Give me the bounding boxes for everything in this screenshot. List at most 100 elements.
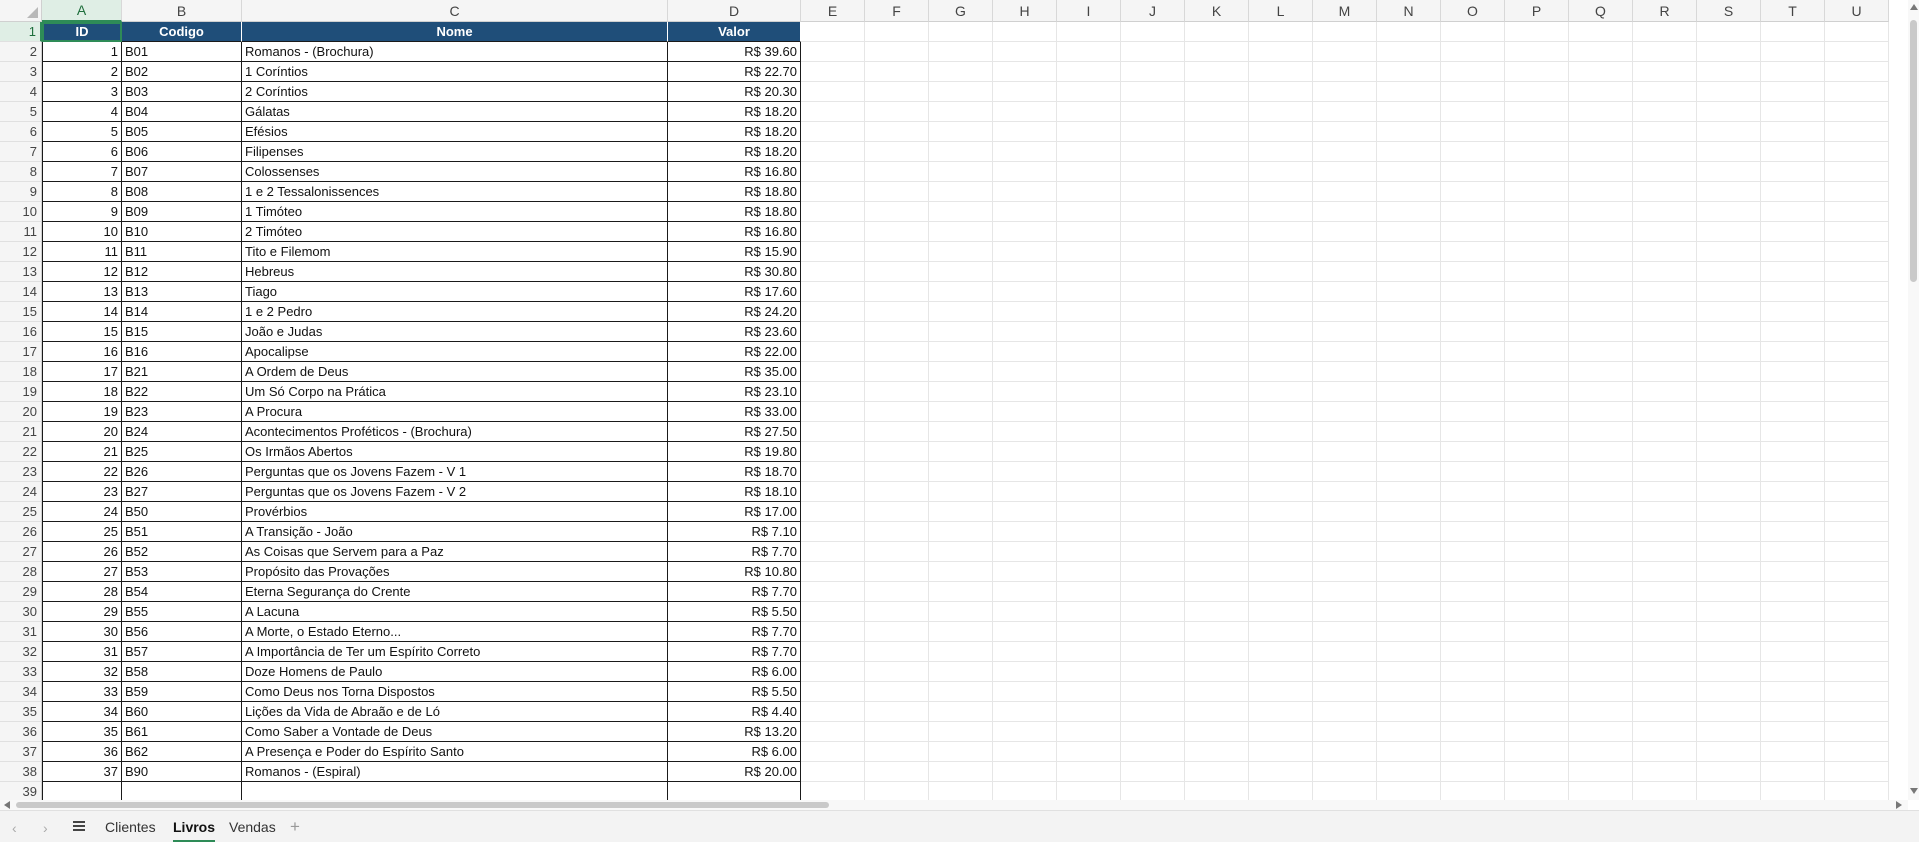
valor-cell[interactable]: R$ 20.30 xyxy=(668,82,801,102)
id-cell[interactable]: 32 xyxy=(42,662,122,682)
codigo-cell[interactable]: B54 xyxy=(122,582,242,602)
chevron-left-icon[interactable]: ‹ xyxy=(12,820,17,836)
codigo-cell[interactable]: B61 xyxy=(122,722,242,742)
id-cell[interactable]: 3 xyxy=(42,82,122,102)
codigo-cell[interactable]: B53 xyxy=(122,562,242,582)
row-header-5[interactable]: 5 xyxy=(0,102,42,122)
table-cell[interactable] xyxy=(668,782,801,800)
row-header-18[interactable]: 18 xyxy=(0,362,42,382)
row-header-28[interactable]: 28 xyxy=(0,562,42,582)
column-header-f[interactable]: F xyxy=(865,0,929,22)
nome-cell[interactable]: Acontecimentos Proféticos - (Brochura) xyxy=(242,422,668,442)
id-cell[interactable]: 13 xyxy=(42,282,122,302)
nome-cell[interactable]: João e Judas xyxy=(242,322,668,342)
nome-cell[interactable]: A Ordem de Deus xyxy=(242,362,668,382)
row-header-9[interactable]: 9 xyxy=(0,182,42,202)
id-cell[interactable]: 21 xyxy=(42,442,122,462)
horizontal-scroll-thumb[interactable] xyxy=(16,802,829,808)
valor-cell[interactable]: R$ 24.20 xyxy=(668,302,801,322)
codigo-cell[interactable]: B16 xyxy=(122,342,242,362)
valor-cell[interactable]: R$ 20.00 xyxy=(668,762,801,782)
nome-cell[interactable]: As Coisas que Servem para a Paz xyxy=(242,542,668,562)
row-header-15[interactable]: 15 xyxy=(0,302,42,322)
id-cell[interactable]: 35 xyxy=(42,722,122,742)
codigo-cell[interactable]: B06 xyxy=(122,142,242,162)
codigo-cell[interactable]: B11 xyxy=(122,242,242,262)
row-header-24[interactable]: 24 xyxy=(0,482,42,502)
valor-cell[interactable]: R$ 6.00 xyxy=(668,662,801,682)
nome-cell[interactable]: 1 e 2 Pedro xyxy=(242,302,668,322)
codigo-cell[interactable]: B02 xyxy=(122,62,242,82)
row-header-31[interactable]: 31 xyxy=(0,622,42,642)
nome-cell[interactable]: Perguntas que os Jovens Fazem - V 2 xyxy=(242,482,668,502)
id-cell[interactable]: 17 xyxy=(42,362,122,382)
valor-cell[interactable]: R$ 17.00 xyxy=(668,502,801,522)
header-cell-id[interactable]: ID xyxy=(42,22,122,42)
nome-cell[interactable]: Tiago xyxy=(242,282,668,302)
row-header-7[interactable]: 7 xyxy=(0,142,42,162)
chevron-right-icon[interactable]: › xyxy=(43,820,48,836)
id-cell[interactable]: 22 xyxy=(42,462,122,482)
id-cell[interactable]: 31 xyxy=(42,642,122,662)
scroll-up-icon[interactable] xyxy=(1910,4,1918,10)
nome-cell[interactable]: 2 Coríntios xyxy=(242,82,668,102)
codigo-cell[interactable]: B52 xyxy=(122,542,242,562)
row-header-33[interactable]: 33 xyxy=(0,662,42,682)
table-cell[interactable] xyxy=(242,782,668,800)
nome-cell[interactable]: Provérbios xyxy=(242,502,668,522)
id-cell[interactable]: 33 xyxy=(42,682,122,702)
valor-cell[interactable]: R$ 7.70 xyxy=(668,622,801,642)
column-header-j[interactable]: J xyxy=(1121,0,1185,22)
id-cell[interactable]: 23 xyxy=(42,482,122,502)
column-header-i[interactable]: I xyxy=(1057,0,1121,22)
nome-cell[interactable]: Como Deus nos Torna Dispostos xyxy=(242,682,668,702)
nome-cell[interactable]: Um Só Corpo na Prática xyxy=(242,382,668,402)
row-header-13[interactable]: 13 xyxy=(0,262,42,282)
id-cell[interactable]: 7 xyxy=(42,162,122,182)
nome-cell[interactable]: 2 Timóteo xyxy=(242,222,668,242)
valor-cell[interactable]: R$ 7.70 xyxy=(668,582,801,602)
codigo-cell[interactable]: B24 xyxy=(122,422,242,442)
column-header-g[interactable]: G xyxy=(929,0,993,22)
nome-cell[interactable]: Propósito das Provações xyxy=(242,562,668,582)
valor-cell[interactable]: R$ 35.00 xyxy=(668,362,801,382)
id-cell[interactable]: 28 xyxy=(42,582,122,602)
valor-cell[interactable]: R$ 10.80 xyxy=(668,562,801,582)
nome-cell[interactable]: Efésios xyxy=(242,122,668,142)
horizontal-scrollbar[interactable] xyxy=(0,800,1908,810)
codigo-cell[interactable]: B59 xyxy=(122,682,242,702)
codigo-cell[interactable]: B14 xyxy=(122,302,242,322)
valor-cell[interactable]: R$ 39.60 xyxy=(668,42,801,62)
row-header-6[interactable]: 6 xyxy=(0,122,42,142)
valor-cell[interactable]: R$ 5.50 xyxy=(668,602,801,622)
row-header-30[interactable]: 30 xyxy=(0,602,42,622)
nome-cell[interactable]: Doze Homens de Paulo xyxy=(242,662,668,682)
valor-cell[interactable]: R$ 16.80 xyxy=(668,222,801,242)
codigo-cell[interactable]: B04 xyxy=(122,102,242,122)
column-header-n[interactable]: N xyxy=(1377,0,1441,22)
valor-cell[interactable]: R$ 18.70 xyxy=(668,462,801,482)
row-header-37[interactable]: 37 xyxy=(0,742,42,762)
column-header-s[interactable]: S xyxy=(1697,0,1761,22)
row-header-36[interactable]: 36 xyxy=(0,722,42,742)
valor-cell[interactable]: R$ 18.10 xyxy=(668,482,801,502)
valor-cell[interactable]: R$ 33.00 xyxy=(668,402,801,422)
column-header-b[interactable]: B xyxy=(122,0,242,22)
codigo-cell[interactable]: B90 xyxy=(122,762,242,782)
codigo-cell[interactable]: B50 xyxy=(122,502,242,522)
codigo-cell[interactable]: B51 xyxy=(122,522,242,542)
scroll-right-icon[interactable] xyxy=(1896,801,1902,809)
add-sheet-plus-icon[interactable]: + xyxy=(290,817,300,837)
nome-cell[interactable]: Eterna Segurança do Crente xyxy=(242,582,668,602)
row-header-10[interactable]: 10 xyxy=(0,202,42,222)
codigo-cell[interactable]: B56 xyxy=(122,622,242,642)
row-header-11[interactable]: 11 xyxy=(0,222,42,242)
row-header-34[interactable]: 34 xyxy=(0,682,42,702)
valor-cell[interactable]: R$ 22.00 xyxy=(668,342,801,362)
row-header-14[interactable]: 14 xyxy=(0,282,42,302)
column-header-o[interactable]: O xyxy=(1441,0,1505,22)
vertical-scrollbar[interactable] xyxy=(1908,0,1919,800)
id-cell[interactable]: 5 xyxy=(42,122,122,142)
hamburger-menu-icon[interactable] xyxy=(73,821,85,831)
valor-cell[interactable]: R$ 18.20 xyxy=(668,102,801,122)
